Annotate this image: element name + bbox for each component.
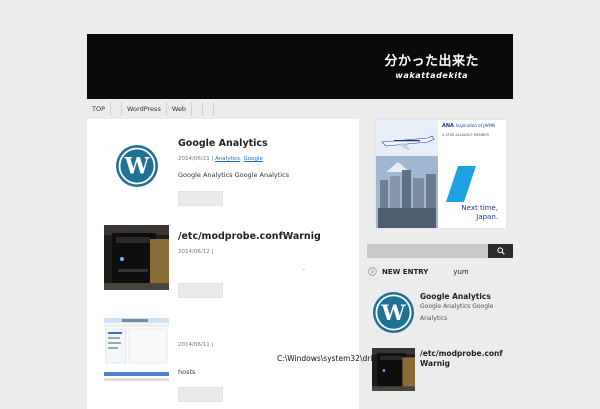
site-logo[interactable]: 分かった出来た wakattadekita [384, 54, 479, 80]
read-more-button[interactable] [178, 283, 223, 298]
post-date: 2014/06/12 [178, 249, 210, 255]
search-button[interactable] [488, 244, 513, 258]
post-title[interactable]: Google Analytics [178, 138, 268, 149]
post-thumbnail[interactable] [104, 316, 169, 381]
nav-item-6[interactable] [203, 102, 215, 116]
svg-text:W: W [380, 301, 406, 326]
ad-brand: ANA [442, 123, 454, 129]
post-meta: 2014/06/12 | [178, 249, 213, 255]
post-excerpt: hosts [178, 368, 196, 376]
post-excerpt: Google Analytics Google Analytics [178, 171, 290, 179]
new-entry-extra: yum [453, 267, 469, 276]
main-nav: TOP WordPress Web [87, 102, 215, 116]
sidebar-search [367, 244, 513, 258]
post-date: 2014/06/11 [178, 342, 210, 348]
site-title-jp: 分かった出来た [384, 54, 479, 69]
meta-separator: | [211, 156, 214, 162]
category-link-analytics[interactable]: Analytics [215, 156, 240, 162]
nav-item-5[interactable] [192, 102, 204, 116]
ad-tagline: Inspiration of JAPAN [455, 123, 496, 128]
category-separator: , [240, 156, 242, 162]
sidebar: ANA Inspiration of JAPAN A STAR ALLIANCE… [367, 119, 513, 409]
search-icon [496, 247, 505, 255]
entry-title[interactable]: /etc/modprobe.conf Warnig [420, 349, 503, 369]
meta-separator: | [211, 249, 214, 255]
entry-thumbnail[interactable] [372, 348, 415, 391]
ad-copy-line2: Japan. [476, 213, 498, 221]
post-thumbnail[interactable] [104, 225, 169, 290]
new-entry-title: NEW ENTRY [382, 267, 429, 276]
post-thumbnail[interactable]: W [104, 133, 169, 198]
meta-separator: | [211, 342, 214, 348]
main-content: W Google Analytics 2014/06/21 | Analytic… [87, 119, 359, 409]
post-meta: 2014/06/21 | Analytics, Google [178, 156, 263, 162]
site-header-banner: 分かった出来た wakattadekita [87, 34, 513, 99]
entry-thumbnail[interactable]: W [372, 291, 415, 334]
post-title[interactable]: /etc/modprobe.confWarnig [178, 231, 321, 242]
entry-title-line2: Warnig [420, 359, 451, 368]
wordpress-logo-icon: W [104, 133, 169, 198]
category-link-google[interactable]: Google [244, 156, 263, 162]
nav-item-wordpress[interactable]: WordPress [122, 102, 167, 116]
ad-copy-line1: Next time, [461, 204, 498, 212]
screenshot-thumbnail [104, 316, 169, 381]
nav-item-2[interactable] [111, 102, 123, 116]
svg-text:W: W [123, 153, 149, 179]
stray-dot: . [303, 265, 305, 272]
nav-item-top[interactable]: TOP [87, 102, 112, 116]
entry-title-line1: /etc/modprobe.conf [420, 349, 503, 358]
post-meta: 2014/06/11 | [178, 342, 213, 348]
chevron-circle-icon [368, 267, 377, 276]
search-input[interactable] [367, 244, 488, 258]
ad-alliance: A STAR ALLIANCE MEMBER [442, 133, 489, 137]
read-more-button[interactable] [178, 191, 223, 206]
ana-advertisement[interactable]: ANA Inspiration of JAPAN A STAR ALLIANCE… [375, 119, 507, 229]
site-title-en: wakattadekita [395, 71, 469, 80]
post-date: 2014/06/21 [178, 156, 210, 162]
server-photo [104, 225, 169, 290]
nav-item-web[interactable]: Web [167, 102, 193, 116]
new-entry-header: NEW ENTRY yum [368, 267, 469, 276]
wordpress-logo-icon: W [372, 291, 415, 334]
server-photo [372, 348, 415, 391]
entry-excerpt: Google Analytics Google Analytics [420, 303, 494, 322]
ana-blue-shape-icon [446, 166, 476, 202]
